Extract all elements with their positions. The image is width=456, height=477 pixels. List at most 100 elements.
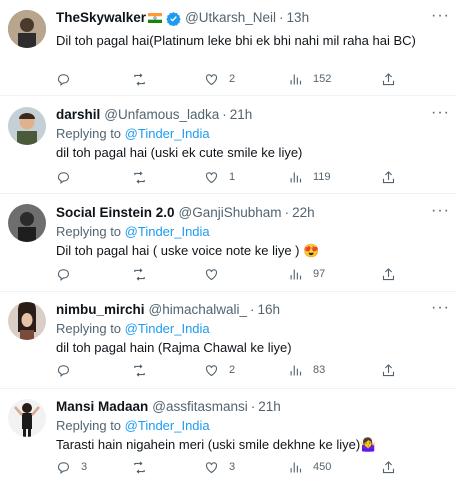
avatar[interactable]: [8, 399, 46, 437]
tweet-header: Mansi Madaan @assfitasmansi · 21h: [56, 398, 450, 416]
user-handle[interactable]: @himachalwali_: [149, 301, 248, 319]
views-icon: [290, 172, 302, 182]
views-button[interactable]: 152: [288, 70, 331, 88]
views-count: 97: [313, 268, 326, 280]
reply-icon: [57, 364, 70, 377]
mention-link[interactable]: @Tinder_India: [125, 418, 210, 433]
display-name[interactable]: Social Einstein 2.0: [56, 204, 175, 222]
share-button[interactable]: [381, 168, 396, 186]
tweet-header: darshil @Unfamous_ladka · 21h: [56, 106, 450, 124]
share-button[interactable]: [381, 361, 396, 379]
views-button[interactable]: 119: [288, 168, 331, 186]
views-count: 83: [313, 364, 326, 376]
display-name[interactable]: Mansi Madaan: [56, 398, 148, 416]
display-name[interactable]: darshil: [56, 106, 100, 124]
views-button[interactable]: 450: [288, 458, 331, 476]
share-icon: [382, 72, 395, 85]
tweet-text: dil toh pagal hai (uski ek cute smile ke…: [56, 145, 303, 160]
reply-button[interactable]: 3: [56, 458, 87, 476]
replying-to: Replying to @Tinder_India: [56, 223, 450, 240]
india-flag-icon: [148, 13, 163, 23]
like-icon: [205, 171, 218, 183]
like-button[interactable]: 1: [204, 168, 235, 186]
retweet-button[interactable]: [132, 70, 157, 88]
tweet-text: dil toh pagal hain (Rajma Chawal ke liye…: [56, 340, 292, 355]
mention-link[interactable]: @Tinder_India: [125, 321, 210, 336]
views-icon: [290, 269, 302, 279]
replying-to-prefix: Replying to: [56, 321, 122, 336]
views-icon: [290, 74, 302, 84]
avatar[interactable]: [8, 302, 46, 340]
reply-button[interactable]: [56, 70, 81, 88]
timestamp[interactable]: 21h: [230, 106, 253, 124]
replying-to-prefix: Replying to: [56, 224, 122, 239]
timestamp[interactable]: 13h: [287, 9, 310, 27]
display-name[interactable]: TheSkywalker: [56, 9, 146, 27]
avatar[interactable]: [8, 107, 46, 145]
action-bar: 2 83: [0, 361, 456, 379]
separator-dot: ·: [222, 107, 227, 122]
retweet-icon: [134, 460, 145, 474]
display-name[interactable]: nimbu_mirchi: [56, 301, 145, 319]
like-button[interactable]: 3: [204, 458, 235, 476]
like-count: 1: [229, 171, 236, 183]
tweet[interactable]: Social Einstein 2.0 @GanjiShubham · 22h …: [0, 194, 456, 292]
more-icon[interactable]: ···: [431, 203, 450, 219]
timestamp[interactable]: 22h: [292, 204, 315, 222]
avatar[interactable]: [8, 10, 46, 48]
tweet[interactable]: TheSkywalker @Utkarsh_Neil · 13h ··· Dil…: [0, 0, 456, 96]
tweet-text: Dil toh pagal hai ( uske voice note ke l…: [56, 243, 320, 258]
like-icon: [205, 461, 218, 473]
action-bar: 3 3 450: [0, 458, 456, 476]
share-icon: [382, 363, 395, 376]
reply-button[interactable]: [56, 168, 81, 186]
share-button[interactable]: [381, 70, 396, 88]
replying-to: Replying to @Tinder_India: [56, 320, 450, 337]
replying-to-prefix: Replying to: [56, 126, 122, 141]
share-button[interactable]: [381, 458, 396, 476]
tweet[interactable]: darshil @Unfamous_ladka · 21h ··· Replyi…: [0, 96, 456, 194]
reply-button[interactable]: [56, 265, 81, 283]
tweet[interactable]: nimbu_mirchi @himachalwali_ · 16h ··· Re…: [0, 292, 456, 389]
like-icon: [205, 268, 218, 280]
tweet[interactable]: Mansi Madaan @assfitasmansi · 21h Replyi…: [0, 389, 456, 477]
separator-dot: ·: [279, 10, 284, 25]
avatar[interactable]: [8, 204, 46, 242]
views-button[interactable]: 97: [288, 265, 325, 283]
more-icon[interactable]: ···: [431, 8, 450, 24]
user-handle[interactable]: @Unfamous_ladka: [104, 106, 219, 124]
like-count: 3: [229, 461, 236, 473]
reply-icon: [57, 461, 70, 474]
like-button[interactable]: [204, 265, 229, 283]
retweet-button[interactable]: [132, 458, 157, 476]
separator-dot: ·: [250, 302, 255, 317]
retweet-button[interactable]: [132, 361, 157, 379]
reply-button[interactable]: [56, 361, 81, 379]
like-button[interactable]: 2: [204, 70, 235, 88]
more-icon[interactable]: ···: [431, 300, 450, 316]
user-handle[interactable]: @assfitasmansi: [152, 398, 247, 416]
like-icon: [205, 73, 218, 85]
retweet-icon: [134, 170, 145, 184]
like-count: 2: [229, 364, 236, 376]
user-handle[interactable]: @Utkarsh_Neil: [185, 9, 276, 27]
like-button[interactable]: 2: [204, 361, 235, 379]
timestamp[interactable]: 16h: [258, 301, 281, 319]
replying-to: Replying to @Tinder_India: [56, 125, 450, 142]
like-icon: [205, 364, 218, 376]
more-icon[interactable]: ···: [431, 105, 450, 121]
timestamp[interactable]: 21h: [258, 398, 281, 416]
retweet-button[interactable]: [132, 168, 157, 186]
mention-link[interactable]: @Tinder_India: [125, 126, 210, 141]
tweet-header: Social Einstein 2.0 @GanjiShubham · 22h: [56, 204, 450, 222]
action-bar: 2 152: [0, 70, 456, 88]
retweet-button[interactable]: [132, 265, 157, 283]
views-button[interactable]: 83: [288, 361, 325, 379]
verified-badge-icon: [166, 11, 181, 26]
like-count: 2: [229, 73, 236, 85]
views-icon: [290, 365, 302, 375]
user-handle[interactable]: @GanjiShubham: [179, 204, 282, 222]
reply-count: 3: [81, 461, 88, 473]
mention-link[interactable]: @Tinder_India: [125, 224, 210, 239]
share-button[interactable]: [381, 265, 396, 283]
